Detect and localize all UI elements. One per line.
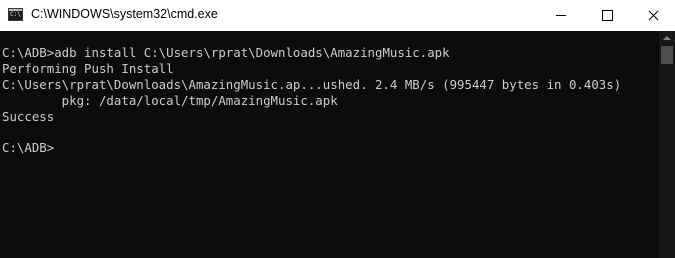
maximize-button[interactable] — [584, 0, 630, 30]
maximize-icon — [601, 9, 613, 21]
console-line-push: Performing Push Install — [2, 61, 174, 76]
scroll-up-button[interactable] — [659, 31, 675, 45]
console-line-pkg: pkg: /data/local/tmp/AmazingMusic.apk — [2, 93, 338, 108]
console-prompt[interactable]: C:\ADB> — [2, 140, 54, 156]
cmd-window: C:\ C:\WINDOWS\system32\cmd.exe C:\ADB>a… — [0, 0, 675, 258]
minimize-button[interactable] — [538, 0, 584, 30]
console-line-success: Success — [2, 109, 55, 124]
console-output[interactable]: C:\ADB>adb install C:\Users\rprat\Downlo… — [0, 31, 659, 258]
console-line-transfer: C:\Users\rprat\Downloads\AmazingMusic.ap… — [2, 77, 622, 92]
close-button[interactable] — [630, 0, 675, 30]
arrow-up-icon — [663, 36, 671, 40]
vertical-scrollbar[interactable] — [659, 31, 675, 258]
cmd-console-icon[interactable]: C:\ — [8, 8, 23, 21]
title-bar[interactable]: C:\ C:\WINDOWS\system32\cmd.exe — [0, 0, 675, 31]
cmd-icon-text: C:\ — [10, 11, 21, 18]
console-line-command: C:\ADB>adb install C:\Users\rprat\Downlo… — [2, 45, 450, 60]
window-title: C:\WINDOWS\system32\cmd.exe — [31, 7, 218, 21]
close-icon — [648, 10, 659, 21]
scroll-thumb[interactable] — [661, 46, 673, 64]
minimize-icon — [556, 14, 566, 16]
